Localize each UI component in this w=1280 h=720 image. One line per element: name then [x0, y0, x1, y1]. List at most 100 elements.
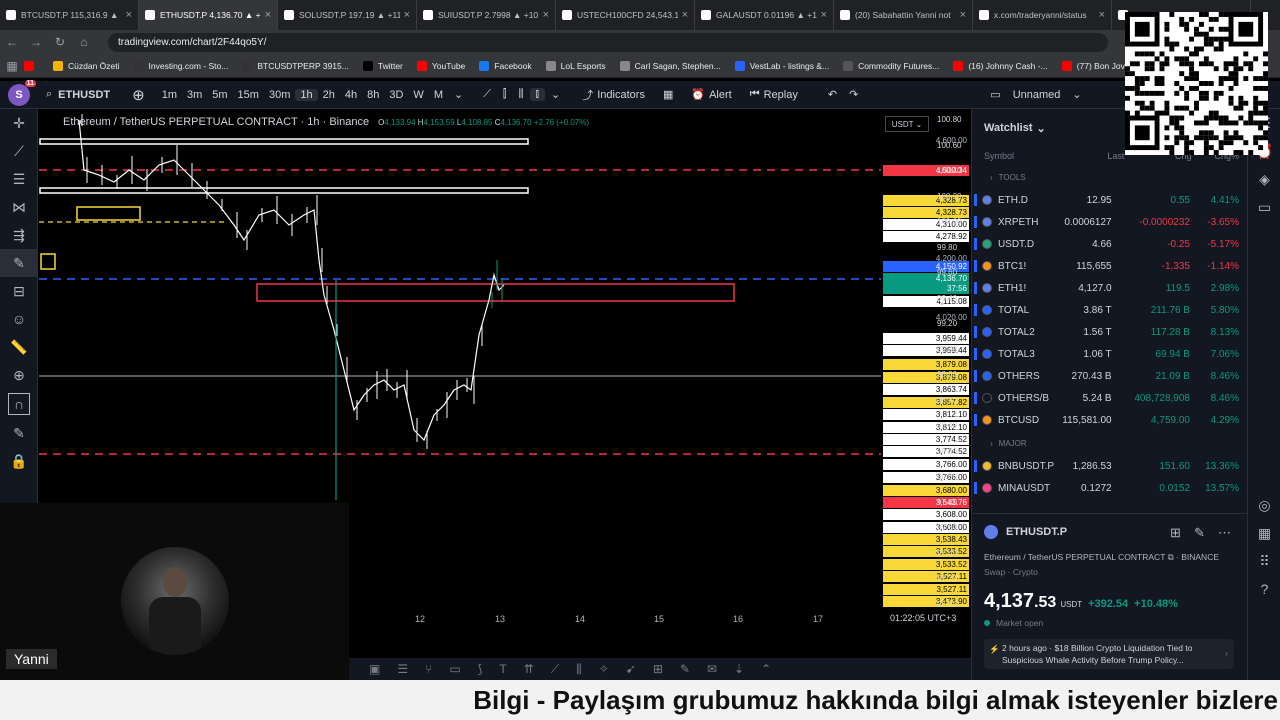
interval-3D[interactable]: 3D — [384, 89, 408, 101]
brush2-icon[interactable]: ✎ — [680, 662, 690, 676]
target-icon[interactable]: ◎ — [1248, 491, 1280, 519]
watchlist-row[interactable]: BNBUSDT.P 1,286.53 151.60 13.36% — [972, 455, 1247, 477]
interval-M[interactable]: M — [429, 89, 448, 101]
browser-tab[interactable]: SOLUSDT.P 197.19 ▲ +11 × — [278, 0, 417, 30]
lines-icon[interactable]: ☰ — [397, 662, 408, 676]
emoji-icon[interactable]: ☺ — [0, 305, 38, 333]
browser-tab[interactable]: (20) Sabahattin Yanni not × — [834, 0, 973, 30]
stay-in-drawing-mode-icon[interactable]: ✎ — [0, 419, 38, 447]
browser-tab[interactable]: x.com/traderyanni/status × — [973, 0, 1112, 30]
symbol-search[interactable]: ETHUSDT — [52, 89, 116, 101]
apps-grid-icon[interactable]: ▦ — [0, 59, 24, 73]
browser-tab[interactable]: ETHUSDT.P 4,136.70 ▲ + × — [139, 0, 278, 30]
pattern-icon[interactable]: ⋈ — [0, 193, 38, 221]
arrow-icon[interactable]: ➹ — [626, 662, 636, 676]
redo-icon[interactable]: ↷ — [843, 88, 864, 101]
tab-close-icon[interactable]: × — [682, 9, 688, 21]
bookmark-item[interactable]: VestLab - listings &... — [734, 60, 829, 71]
col-symbol[interactable]: Symbol — [984, 151, 1067, 161]
note-icon[interactable]: ✉ — [707, 662, 717, 676]
tab-close-icon[interactable]: × — [404, 9, 410, 21]
long-position-icon[interactable]: ⇈ — [524, 662, 534, 676]
help-icon[interactable]: ? — [1248, 575, 1280, 603]
watchlist-row[interactable]: TOTAL 3.86 T 211.76 B 5.80% — [972, 299, 1247, 321]
bookmark-item[interactable]: Facebook — [479, 60, 532, 71]
collapse-icon[interactable]: ⌃ — [761, 662, 771, 676]
layers-icon[interactable]: ◈ — [1248, 165, 1280, 193]
alert-button[interactable]: Alert — [703, 89, 738, 101]
bookmark-item[interactable]: Commodity Futures... — [843, 60, 939, 71]
price-axis[interactable]: USDT ⌄ 4,600.00 4,500.34 4,328.73 4,328.73 4,… — [881, 109, 971, 609]
add-symbol-icon[interactable]: ⊕ — [126, 86, 151, 104]
undo-icon[interactable]: ↶ — [822, 88, 843, 101]
brush-icon[interactable]: ✎ — [0, 249, 38, 277]
drawing-line-icon[interactable]: ⟋ — [477, 88, 497, 101]
calendar-side-icon[interactable]: ▦ — [1248, 519, 1280, 547]
currency-selector[interactable]: USDT ⌄ — [885, 116, 929, 132]
indicators-button[interactable]: Indicators — [591, 89, 651, 101]
interval-dropdown-icon[interactable]: ⌄ — [448, 88, 469, 101]
watchlist-row[interactable]: ETH.D 12.95 0.55 4.41% — [972, 189, 1247, 211]
tab-close-icon[interactable]: × — [1099, 9, 1105, 21]
bookmark-item[interactable]: Cüzdan Özeti — [53, 60, 120, 71]
interval-1h[interactable]: 1h — [295, 88, 318, 101]
browser-tab[interactable]: SUIUSDT.P 2.7998 ▲ +10. × — [417, 0, 556, 30]
browser-tab[interactable]: GALAUSDT 0.01196 ▲ +1 × — [695, 0, 834, 30]
watchlist-row[interactable]: BTC1! 115,655 -1,335 -1.14% — [972, 255, 1247, 277]
interval-8h[interactable]: 8h — [362, 89, 384, 101]
bookmark-item[interactable]: YouTube — [416, 60, 465, 71]
watchlist-row[interactable]: TOTAL2 1.56 T 117.28 B 8.13% — [972, 321, 1247, 343]
down-arrow-icon[interactable]: ⇣ — [734, 662, 744, 676]
apps-icon[interactable]: ⠿ — [1248, 547, 1280, 575]
browser-tab[interactable]: BTCUSDT.P 115,316.9 ▲ × — [0, 0, 139, 30]
fork-icon[interactable]: ⑂ — [425, 662, 432, 676]
avatar[interactable]: S 11 — [8, 79, 36, 106]
interval-1m[interactable]: 1m — [157, 89, 182, 101]
forward-icon[interactable]: → — [24, 35, 48, 49]
tab-close-icon[interactable]: × — [265, 9, 271, 21]
layout-dropdown-icon[interactable]: ⌄ — [1066, 88, 1087, 101]
chat-icon[interactable]: ▭ — [1248, 193, 1280, 221]
measure-tool-icon[interactable]: ⊟ — [0, 277, 38, 305]
news-item[interactable]: ⚡ 2 hours ago · $18 Billion Crypto Liqui… — [984, 639, 1234, 669]
candle-chart-type-icon[interactable]: ⫼ — [512, 88, 529, 101]
chart-type-dropdown-icon[interactable]: ⌄ — [545, 88, 566, 101]
tab-close-icon[interactable]: × — [126, 9, 132, 21]
calendar-icon[interactable]: ▣ — [369, 662, 380, 676]
watchlist-row[interactable]: BTCUSD 115,581.00 4,759.00 4.29% — [972, 409, 1247, 431]
ruler-icon[interactable]: 📏 — [0, 333, 38, 361]
tab-close-icon[interactable]: × — [960, 9, 966, 21]
bookmark-item[interactable]: Carl Sagan, Stephen... — [619, 60, 721, 71]
details-symbol[interactable]: ETHUSDT.P — [1006, 526, 1067, 538]
bookmark-item[interactable]: Twitter — [362, 60, 403, 71]
more-icon[interactable]: ⋯ — [1218, 525, 1231, 541]
bars-pattern-icon[interactable]: ⫼ — [576, 662, 582, 677]
interval-3m[interactable]: 3m — [182, 89, 207, 101]
layout-name[interactable]: Unnamed — [1007, 89, 1067, 101]
templates-icon[interactable]: ▦ — [657, 88, 679, 101]
col-last[interactable]: Last — [1067, 151, 1124, 161]
watchlist-row[interactable]: XRPETH 0.0006127 -0.0000232 -3.65% — [972, 211, 1247, 233]
text-icon[interactable]: T — [499, 662, 506, 676]
interval-30m[interactable]: 30m — [264, 89, 295, 101]
watchlist-row[interactable]: ETH1! 4,127.0 119.5 2.98% — [972, 277, 1247, 299]
watchlist-row[interactable]: MINAUSDT 0.1272 0.0152 13.57% — [972, 477, 1247, 499]
browser-tab[interactable]: USTECH100CFD 24,543.1 × — [556, 0, 695, 30]
url-field[interactable]: tradingview.com/chart/2F44qo5Y/ — [108, 32, 1108, 52]
grid-icon[interactable]: ⊞ — [1170, 525, 1181, 541]
bookmark-item[interactable] — [24, 60, 39, 71]
lock-icon[interactable]: 🔒 — [0, 447, 38, 475]
table-icon[interactable]: ⊞ — [653, 662, 663, 676]
tab-close-icon[interactable]: × — [543, 9, 549, 21]
bar-chart-type-icon[interactable]: ⫿ — [497, 88, 513, 101]
watchlist-row[interactable]: TOTAL3 1.06 T 69.94 B 7.06% — [972, 343, 1247, 365]
interval-W[interactable]: W — [408, 89, 428, 101]
section-major[interactable]: › MAJOR — [972, 431, 1247, 455]
forecast-icon[interactable]: ⇶ — [0, 221, 38, 249]
section-tools[interactable]: › TOOLS — [972, 165, 1247, 189]
home-icon[interactable]: ⌂ — [72, 35, 96, 49]
bookmark-item[interactable]: (16) Johnny Cash -... — [953, 60, 1048, 71]
watchlist-row[interactable]: OTHERS/B 5.24 B 408,728,908 8.46% — [972, 387, 1247, 409]
bookmark-item[interactable]: BTCUSDTPERP 3915... — [242, 60, 349, 71]
fan-icon[interactable]: ⟋ — [551, 662, 559, 677]
